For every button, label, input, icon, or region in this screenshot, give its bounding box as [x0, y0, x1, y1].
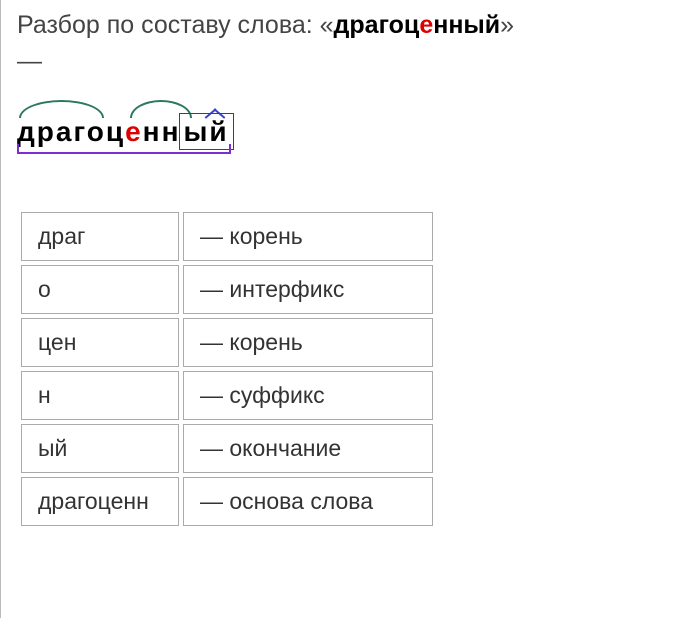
title-suffix: » [500, 11, 514, 39]
base-underline-icon [17, 144, 231, 154]
morph-part: драгоценн [21, 477, 179, 526]
table-row: ый — окончание [21, 424, 433, 473]
title-prefix: Разбор по составу слова: « [17, 11, 334, 39]
morph-label: — интерфикс [183, 265, 433, 314]
morpheme-table: драг — корень о — интерфикс цен — корень… [17, 208, 437, 530]
morph-label: — основа слова [183, 477, 433, 526]
table-row: драг — корень [21, 212, 433, 261]
dash-line: — [17, 47, 659, 76]
table-row: н — суффикс [21, 371, 433, 420]
table-row: драгоценн — основа слова [21, 477, 433, 526]
title-line: Разбор по составу слова: «драгоценный» [17, 8, 659, 43]
morph-label: — корень [183, 318, 433, 367]
table-row: цен — корень [21, 318, 433, 367]
morph-part: о [21, 265, 179, 314]
table-row: о — интерфикс [21, 265, 433, 314]
morph-label: — окончание [183, 424, 433, 473]
stress-letter: е [125, 116, 143, 147]
morpheme-diagram: драгоценный [17, 116, 234, 148]
morph-part: драг [21, 212, 179, 261]
morph-part: н [21, 371, 179, 420]
morph-label: — суффикс [183, 371, 433, 420]
stress-letter: е [419, 11, 433, 39]
morph-label: — корень [183, 212, 433, 261]
diagram-word: драгоценный [17, 116, 234, 147]
title-word: драгоценный [334, 11, 501, 39]
morph-part: цен [21, 318, 179, 367]
morph-part: ый [21, 424, 179, 473]
